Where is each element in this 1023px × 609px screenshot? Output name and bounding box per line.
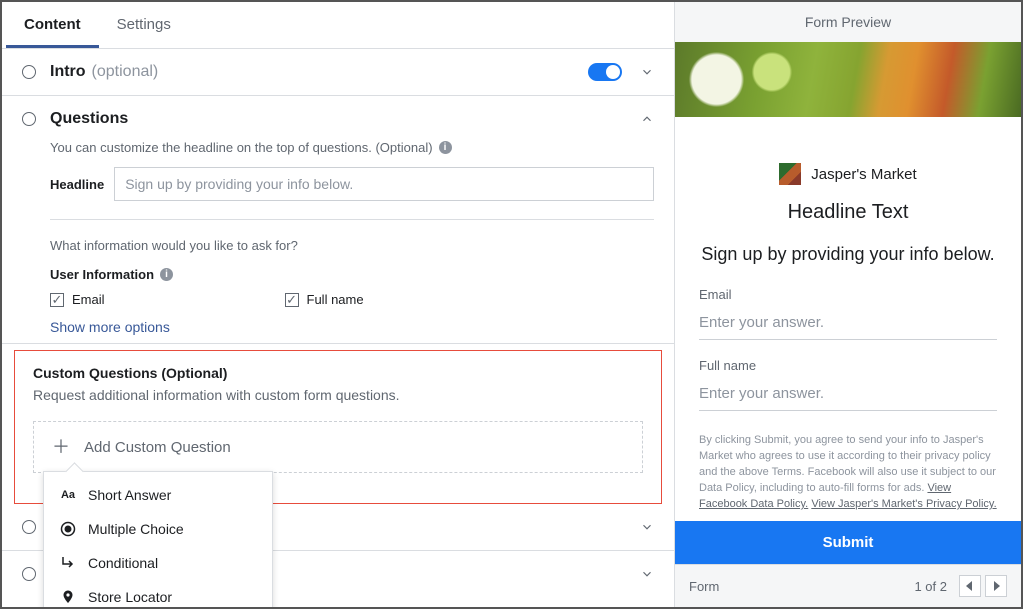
radio-icon: [60, 521, 76, 537]
intro-optional: (optional): [92, 63, 159, 81]
branch-icon: [60, 555, 76, 571]
checkbox-icon: ✓: [285, 293, 299, 307]
ask-text: What information would you like to ask f…: [50, 238, 654, 253]
dd-multiple-choice[interactable]: Multiple Choice: [44, 512, 272, 546]
preview-fullname-input[interactable]: [699, 379, 997, 411]
brand-logo: [779, 163, 801, 185]
tab-content[interactable]: Content: [6, 2, 99, 48]
headline-label: Headline: [50, 177, 104, 192]
custom-desc: Request additional information with cust…: [33, 387, 643, 403]
chevron-down-icon: [640, 520, 654, 534]
section-radio: [22, 567, 36, 581]
preview-signup-text: Sign up by providing your info below.: [695, 244, 1001, 265]
preview-email-label: Email: [699, 287, 997, 302]
preview-email-input[interactable]: [699, 308, 997, 340]
user-info-header: User Information i: [50, 267, 654, 282]
pager-position: 1 of 2: [914, 579, 947, 594]
pager-prev[interactable]: [959, 575, 981, 597]
dd-conditional[interactable]: Conditional: [44, 546, 272, 580]
add-custom-question[interactable]: ＋ Add Custom Question: [33, 421, 643, 473]
preview-headline: Headline Text: [675, 201, 1021, 224]
dd-short-answer[interactable]: Aa Short Answer: [44, 478, 272, 512]
intro-title: Intro: [50, 63, 86, 81]
pager-next[interactable]: [985, 575, 1007, 597]
check-fullname[interactable]: ✓ Full name: [285, 292, 364, 307]
info-icon[interactable]: i: [439, 141, 452, 154]
chevron-up-icon[interactable]: [640, 112, 654, 126]
preview-card: Jasper's Market Headline Text Sign up by…: [675, 42, 1021, 564]
show-more-link[interactable]: Show more options: [50, 319, 654, 335]
questions-radio[interactable]: [22, 112, 36, 126]
text-icon: Aa: [60, 487, 76, 503]
chevron-down-icon: [640, 567, 654, 581]
dd-store-locator[interactable]: Store Locator: [44, 580, 272, 607]
section-intro: Intro (optional): [2, 49, 674, 96]
headline-input[interactable]: [114, 167, 654, 201]
brand-name: Jasper's Market: [811, 166, 916, 183]
hero-image: [675, 42, 1021, 117]
intro-toggle[interactable]: [588, 63, 622, 81]
pager: Form 1 of 2: [675, 564, 1021, 607]
preview-header: Form Preview: [675, 2, 1021, 42]
legal-link-brand[interactable]: View Jasper's Market's Privacy Policy.: [811, 498, 996, 510]
intro-radio[interactable]: [22, 65, 36, 79]
legal-text: By clicking Submit, you agree to send yo…: [699, 433, 997, 513]
section-radio: [22, 520, 36, 534]
tabs: Content Settings: [2, 2, 674, 49]
chevron-down-icon[interactable]: [640, 65, 654, 79]
questions-hint: You can customize the headline on the to…: [50, 140, 654, 155]
pin-icon: [60, 589, 76, 605]
custom-questions-box: Custom Questions (Optional) Request addi…: [14, 350, 662, 504]
pager-label: Form: [689, 579, 719, 594]
submit-button[interactable]: Submit: [675, 521, 1021, 564]
question-type-dropdown: Aa Short Answer Multiple Choice Conditio…: [43, 471, 273, 607]
plus-icon: ＋: [52, 438, 70, 456]
tab-settings[interactable]: Settings: [99, 2, 189, 48]
info-icon[interactable]: i: [160, 268, 173, 281]
checkbox-icon: ✓: [50, 293, 64, 307]
questions-title: Questions: [50, 110, 128, 128]
check-email[interactable]: ✓ Email: [50, 292, 105, 307]
section-questions: Questions You can customize the headline…: [2, 96, 674, 344]
preview-fullname-label: Full name: [699, 358, 997, 373]
custom-title: Custom Questions (Optional): [33, 365, 643, 381]
